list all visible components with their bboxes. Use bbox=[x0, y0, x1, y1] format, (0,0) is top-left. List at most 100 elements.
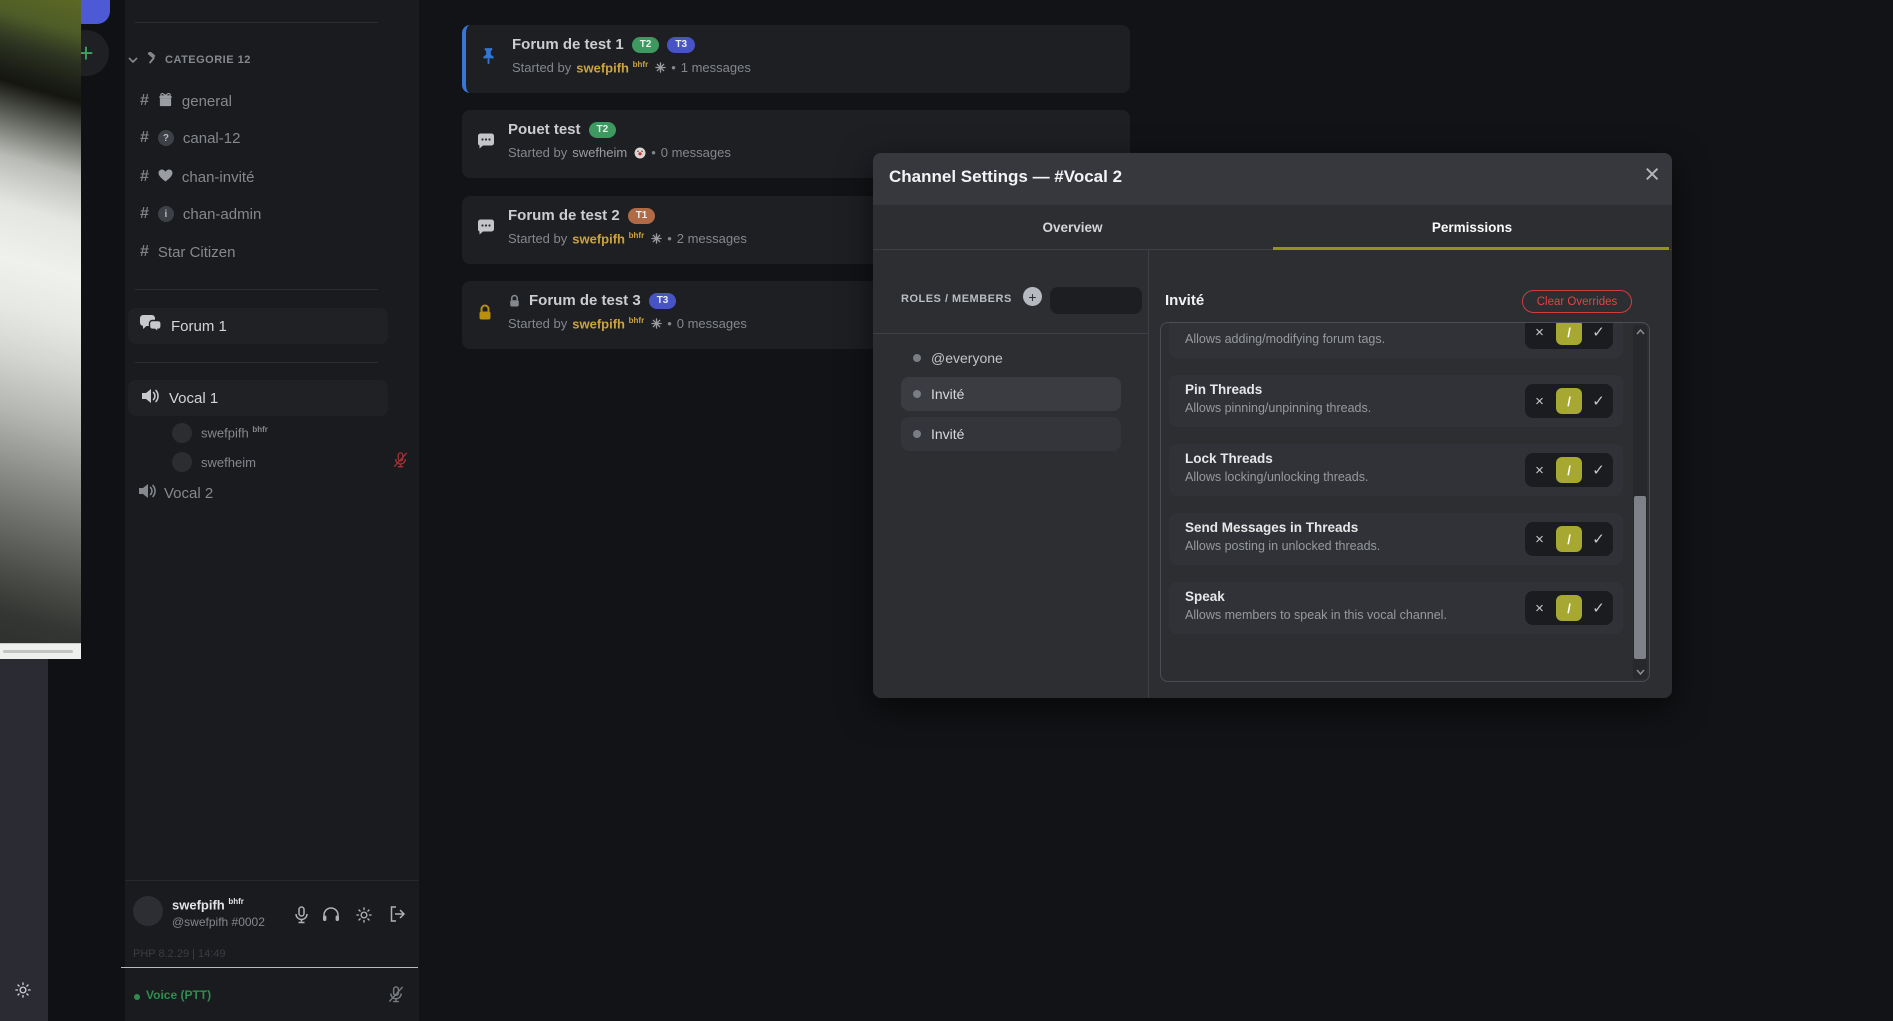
forum-bubbles-icon bbox=[140, 315, 162, 337]
neutral-button[interactable]: / bbox=[1556, 388, 1582, 414]
lock-icon bbox=[477, 304, 493, 327]
allow-button[interactable]: ✓ bbox=[1584, 599, 1613, 617]
user-name: swefpifh bhfr bbox=[172, 897, 244, 912]
permission-description: Allows posting in unlocked threads. bbox=[1185, 539, 1380, 553]
role-item-invite-2[interactable]: Invité bbox=[901, 417, 1121, 451]
allow-button[interactable]: ✓ bbox=[1584, 461, 1613, 479]
voice-user-swefheim[interactable]: swefheim bbox=[172, 450, 256, 474]
thread-starter[interactable]: swefheim bbox=[572, 145, 627, 160]
hammer-icon bbox=[145, 52, 158, 68]
permission-name: Speak bbox=[1185, 589, 1225, 604]
thread-card-forum-de-test-1[interactable]: Forum de test 1 T2 T3 Started by swefpif… bbox=[462, 25, 1130, 93]
scrollbar-thumb[interactable] bbox=[1634, 496, 1646, 659]
lock-icon bbox=[508, 294, 521, 308]
permission-row: Pin Threads Allows pinning/unpinning thr… bbox=[1169, 375, 1623, 427]
thread-title-row: Forum de test 2 T1 bbox=[508, 207, 747, 224]
divider bbox=[135, 22, 378, 23]
roles-search-input[interactable] bbox=[1050, 287, 1142, 314]
sidebar-item-star-citizen[interactable]: # Star Citizen bbox=[140, 240, 235, 264]
selected-role-title: Invité bbox=[1165, 292, 1204, 309]
deny-button[interactable]: × bbox=[1525, 600, 1554, 617]
voice-user-name: swefpifh bhfr bbox=[201, 425, 268, 440]
allow-button[interactable]: ✓ bbox=[1584, 392, 1613, 410]
sidebar-item-chan-admin[interactable]: # i chan-admin bbox=[140, 202, 261, 226]
thread-title: Forum de test 1 bbox=[512, 36, 624, 53]
thread-title: Pouet test bbox=[508, 121, 581, 138]
clear-overrides-button[interactable]: Clear Overrides bbox=[1522, 290, 1632, 313]
status-line: PHP 8.2.29 | 14:49 bbox=[133, 948, 226, 960]
speaker-icon bbox=[137, 483, 157, 503]
avatar bbox=[172, 423, 192, 443]
microphone-icon[interactable] bbox=[293, 906, 310, 929]
mic-muted-icon bbox=[393, 452, 408, 473]
headphones-icon[interactable] bbox=[322, 906, 340, 927]
pin-icon bbox=[481, 47, 496, 72]
role-item-invite-1[interactable]: Invité bbox=[901, 377, 1121, 411]
channel-settings-modal: Channel Settings — #Vocal 2 × Overview P… bbox=[873, 153, 1672, 698]
thread-starter[interactable]: swefpifh bhfr bbox=[572, 231, 644, 246]
thread-meta: Started by swefpifh bhfr • 2 messages bbox=[508, 231, 747, 246]
divider bbox=[873, 333, 1148, 334]
allow-button[interactable]: ✓ bbox=[1584, 530, 1613, 548]
hash-icon: # bbox=[140, 129, 149, 147]
neutral-button[interactable]: / bbox=[1556, 526, 1582, 552]
close-icon[interactable]: × bbox=[1644, 159, 1660, 190]
thread-tag: T2 bbox=[589, 122, 617, 138]
thread-starter[interactable]: swefpifh bhfr bbox=[572, 316, 644, 331]
allow-button[interactable]: ✓ bbox=[1584, 323, 1613, 341]
plus-icon: + bbox=[1028, 289, 1036, 305]
sidebar-item-vocal-2[interactable]: Vocal 2 bbox=[137, 483, 213, 503]
neutral-button[interactable]: / bbox=[1556, 322, 1582, 345]
role-flower-icon bbox=[651, 233, 662, 244]
scroll-up-icon[interactable] bbox=[1633, 325, 1647, 339]
neutral-button[interactable]: / bbox=[1556, 595, 1582, 621]
scrollbar[interactable] bbox=[1633, 325, 1647, 679]
speaker-icon bbox=[140, 388, 160, 408]
logout-icon[interactable] bbox=[389, 906, 407, 927]
permission-description: Allows adding/modifying forum tags. bbox=[1185, 332, 1385, 346]
role-name: Invité bbox=[931, 386, 964, 402]
divider bbox=[1148, 250, 1149, 698]
deny-button[interactable]: × bbox=[1525, 462, 1554, 479]
neutral-button[interactable]: / bbox=[1556, 457, 1582, 483]
channel-name: Star Citizen bbox=[158, 244, 236, 261]
deny-button[interactable]: × bbox=[1525, 393, 1554, 410]
thread-meta: Started by swefpifh bhfr • 0 messages bbox=[508, 316, 747, 331]
role-item-everyone[interactable]: @everyone bbox=[901, 343, 1121, 373]
deny-button[interactable]: × bbox=[1525, 531, 1554, 548]
channel-name: chan-admin bbox=[183, 206, 261, 223]
sidebar-item-canal-12[interactable]: # ? canal-12 bbox=[140, 126, 240, 150]
voice-ptt-label[interactable]: Voice (PTT) bbox=[146, 988, 211, 1002]
hash-icon: # bbox=[140, 205, 149, 223]
divider bbox=[121, 967, 418, 968]
thread-title-row: Pouet test T2 bbox=[508, 121, 731, 138]
sidebar-item-chan-invite[interactable]: # chan-invité bbox=[140, 165, 254, 189]
settings-gear-icon[interactable] bbox=[355, 906, 373, 929]
photo-window bbox=[0, 0, 81, 659]
thread-tag: T2 bbox=[632, 37, 660, 53]
thread-starter[interactable]: swefpifh bhfr bbox=[576, 60, 648, 75]
add-role-button[interactable]: + bbox=[1023, 287, 1042, 306]
voice-user-name: swefheim bbox=[201, 455, 256, 470]
info-circle-icon: i bbox=[158, 206, 174, 222]
tab-overview[interactable]: Overview bbox=[873, 205, 1272, 249]
active-tab-underline bbox=[1273, 247, 1670, 250]
sidebar-item-general[interactable]: # general bbox=[140, 89, 232, 113]
mic-slash-icon[interactable] bbox=[388, 986, 404, 1008]
scroll-down-icon[interactable] bbox=[1633, 665, 1647, 679]
thread-meta: Started by swefheim • 0 messages bbox=[508, 145, 731, 160]
sidebar-item-vocal-1[interactable]: Vocal 1 bbox=[128, 380, 388, 416]
thread-tag: T3 bbox=[667, 37, 695, 53]
voice-user-swefpifh[interactable]: swefpifh bhfr bbox=[172, 421, 268, 445]
modal-header: Channel Settings — #Vocal 2 × bbox=[873, 153, 1672, 205]
permission-toggle: × / ✓ bbox=[1525, 522, 1613, 556]
permissions-scroll-area: Allows adding/modifying forum tags. × / … bbox=[1160, 322, 1650, 682]
thread-message-count: 0 messages bbox=[677, 316, 747, 331]
tab-permissions[interactable]: Permissions bbox=[1272, 205, 1672, 249]
category-header[interactable]: CATEGORIE 12 bbox=[128, 52, 251, 68]
deny-button[interactable]: × bbox=[1525, 324, 1554, 341]
sidebar-item-forum-1[interactable]: Forum 1 bbox=[128, 308, 388, 344]
user-avatar[interactable] bbox=[133, 896, 163, 926]
hash-icon: # bbox=[140, 243, 149, 261]
dock-settings-gear-icon[interactable] bbox=[14, 981, 32, 1004]
